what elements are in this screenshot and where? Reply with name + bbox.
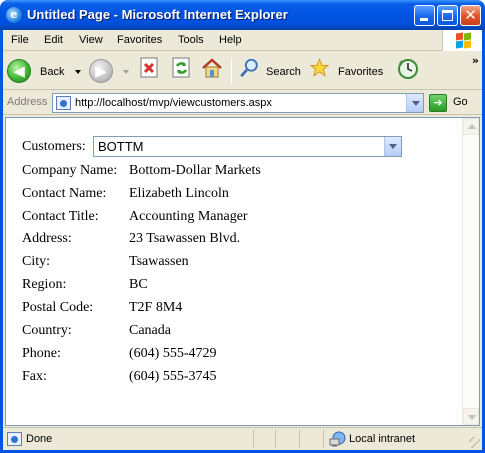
field-label: Contact Name:: [22, 186, 107, 201]
address-url[interactable]: http://localhost/mvp/viewcustomers.aspx: [75, 97, 272, 109]
close-button[interactable]: ✕: [460, 5, 481, 26]
favorites-button[interactable]: Favorites: [309, 56, 389, 86]
history-icon[interactable]: [396, 57, 420, 79]
favorites-label: Favorites: [338, 66, 384, 78]
window-title: Untitled Page - Microsoft Internet Explo…: [27, 7, 288, 22]
close-icon: ✕: [464, 6, 477, 24]
menu-help[interactable]: Help: [219, 34, 242, 46]
field-label: Region:: [22, 277, 67, 292]
status-divider: [299, 430, 300, 448]
menu-favorites[interactable]: Favorites: [117, 34, 162, 46]
field-label: Contact Title:: [22, 209, 99, 224]
field-value: Tsawassen: [129, 254, 189, 269]
address-bar: Address http://localhost/mvp/viewcustome…: [3, 91, 482, 115]
search-button[interactable]: Search: [239, 56, 305, 86]
maximize-button[interactable]: [437, 5, 458, 26]
field-label: Company Name:: [22, 163, 118, 178]
back-arrow-icon: ◀: [7, 59, 31, 83]
customers-label: Customers:: [22, 139, 86, 154]
forward-dropdown-icon[interactable]: [123, 70, 129, 74]
field-value: 23 Tsawassen Blvd.: [129, 231, 241, 246]
field-label: Phone:: [22, 346, 61, 361]
customers-select[interactable]: BOTTM: [93, 136, 402, 157]
field-value: Accounting Manager: [129, 209, 248, 224]
toolbar-separator: [231, 58, 232, 84]
maximize-icon: [442, 10, 453, 21]
favorites-star-icon: [309, 58, 330, 77]
field-value: (604) 555-4729: [129, 346, 217, 361]
field-value: Elizabeth Lincoln: [129, 186, 229, 201]
forward-button[interactable]: ▶: [89, 56, 133, 86]
go-button[interactable]: Go: [453, 96, 468, 108]
menu-file[interactable]: File: [11, 34, 29, 46]
browser-window: e Untitled Page - Microsoft Internet Exp…: [0, 0, 485, 453]
menu-tools[interactable]: Tools: [178, 34, 204, 46]
page-done-icon: [7, 432, 22, 446]
scroll-down-icon[interactable]: [463, 408, 479, 425]
status-divider: [275, 430, 276, 448]
search-icon: [240, 58, 258, 78]
field-value: BC: [129, 277, 148, 292]
toolbar: ◀ Back ▶ Search Favorites »: [3, 52, 482, 90]
field-value: T2F 8M4: [129, 300, 183, 315]
address-label: Address: [7, 96, 48, 108]
back-button[interactable]: ◀ Back: [7, 56, 85, 86]
menu-bar: File Edit View Favorites Tools Help: [3, 30, 482, 51]
status-divider: [253, 430, 254, 448]
toolbar-overflow-icon[interactable]: »: [472, 54, 479, 67]
field-value: Bottom-Dollar Markets: [129, 163, 261, 178]
status-text: Done: [26, 433, 53, 445]
resize-grip-icon[interactable]: [469, 437, 480, 448]
status-divider: [323, 430, 324, 448]
stop-icon[interactable]: [139, 57, 160, 79]
vertical-scrollbar[interactable]: [462, 118, 479, 425]
intranet-zone-icon: [329, 431, 346, 447]
chevron-down-icon[interactable]: [384, 137, 401, 156]
field-label: Country:: [22, 323, 72, 338]
refresh-icon[interactable]: [171, 57, 192, 79]
browser-chrome: File Edit View Favorites Tools Help ◀ Ba…: [3, 30, 482, 450]
title-bar[interactable]: e Untitled Page - Microsoft Internet Exp…: [0, 0, 485, 30]
security-zone-text: Local intranet: [349, 433, 416, 445]
status-bar: Done Local intranet: [3, 427, 482, 450]
home-icon[interactable]: [201, 57, 222, 79]
field-value: Canada: [129, 323, 171, 338]
address-dropdown-icon[interactable]: [406, 94, 423, 112]
minimize-icon: [420, 18, 428, 21]
menu-edit[interactable]: Edit: [44, 34, 63, 46]
field-label: Postal Code:: [22, 300, 94, 315]
back-label: Back: [40, 66, 65, 78]
page-content: Customers: BOTTM Company Name: Bottom-Do…: [5, 117, 480, 426]
windows-flag-icon: [442, 30, 482, 51]
page-icon: [56, 96, 71, 110]
minimize-button[interactable]: [414, 5, 435, 26]
go-arrow-icon[interactable]: [429, 94, 447, 112]
field-label: City:: [22, 254, 51, 269]
address-input[interactable]: http://localhost/mvp/viewcustomers.aspx: [52, 93, 424, 113]
menu-view[interactable]: View: [79, 34, 103, 46]
field-label: Fax:: [22, 369, 47, 384]
back-dropdown-icon[interactable]: [75, 70, 81, 74]
ie-icon: e: [6, 7, 22, 23]
field-value: (604) 555-3745: [129, 369, 217, 384]
field-label: Address:: [22, 231, 72, 246]
forward-arrow-icon: ▶: [89, 59, 113, 83]
search-label: Search: [266, 66, 301, 78]
scroll-up-icon[interactable]: [463, 118, 479, 135]
customers-select-value: BOTTM: [98, 139, 144, 154]
